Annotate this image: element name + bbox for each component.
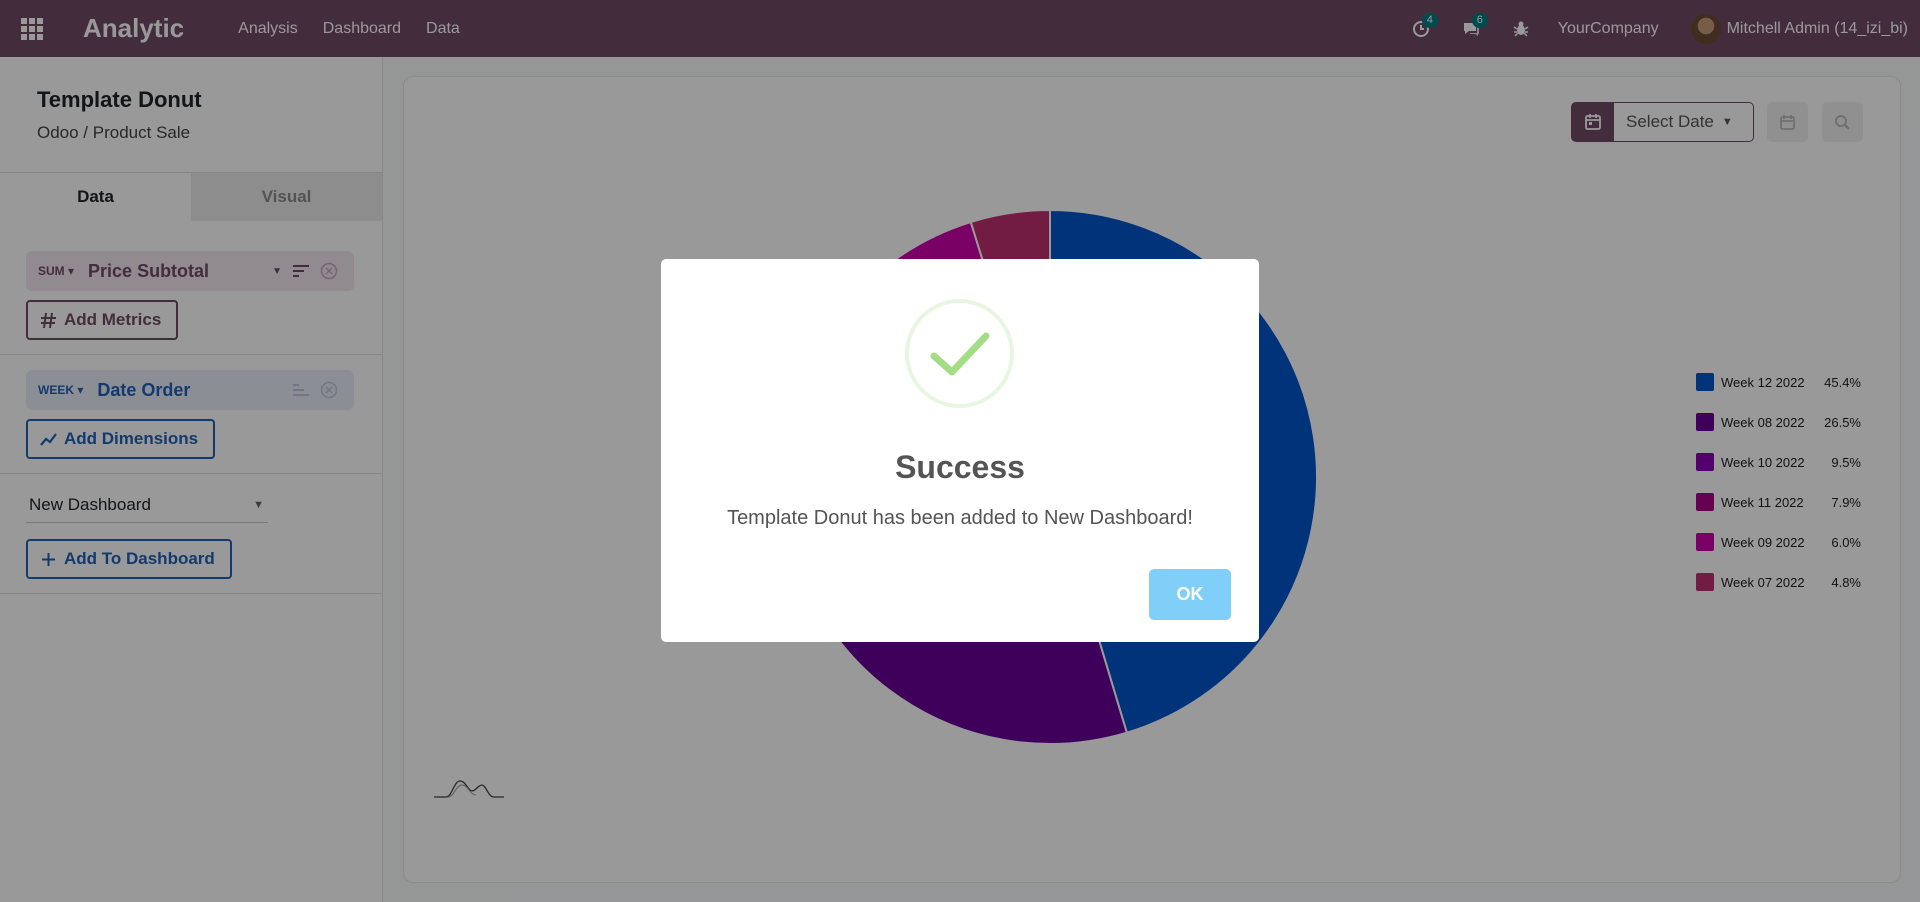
success-check-icon: [905, 299, 1014, 408]
dialog-title: Success: [895, 449, 1025, 485]
success-dialog: Success Template Donut has been added to…: [661, 259, 1259, 642]
ok-button[interactable]: OK: [1149, 569, 1231, 620]
dialog-message: Template Donut has been added to New Das…: [727, 507, 1193, 529]
